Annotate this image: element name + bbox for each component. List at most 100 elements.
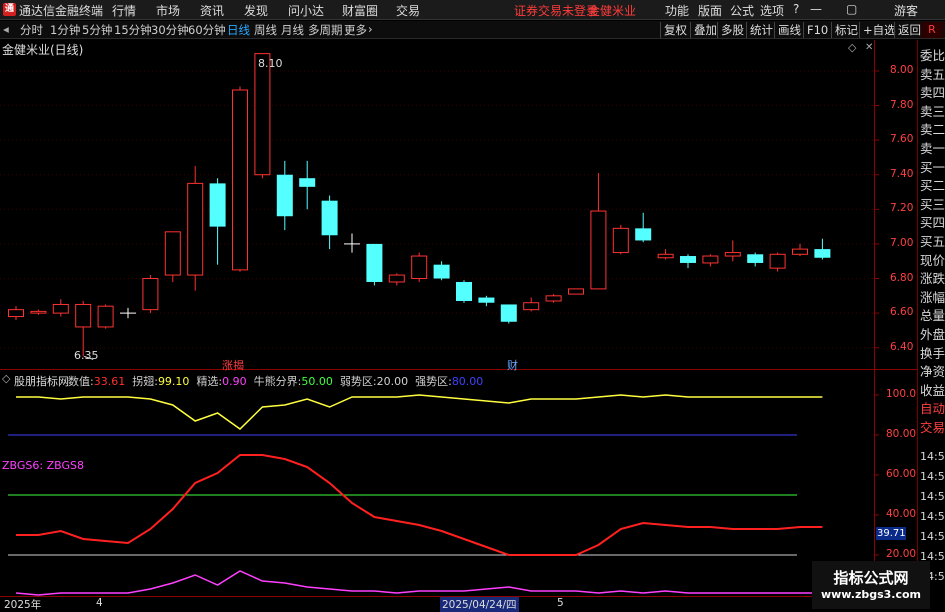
side-label: 买一 <box>920 159 945 175</box>
legend-value: 50.00 <box>301 375 333 388</box>
candlestick <box>545 294 562 303</box>
candlestick <box>299 160 316 210</box>
candlestick <box>366 243 383 286</box>
side-label: 交易 <box>920 420 945 435</box>
x-label-year: 2025年 <box>4 599 42 611</box>
candlestick <box>814 238 831 260</box>
chart-title: 金健米业(日线) <box>2 43 84 57</box>
legend-label: 弱势区: <box>339 375 377 388</box>
candle-body <box>545 295 562 302</box>
candle-body <box>164 231 181 276</box>
candlestick <box>456 280 472 303</box>
candlestick <box>142 275 159 314</box>
candlestick <box>747 252 764 267</box>
indicator-collapse-icon[interactable]: ◇ <box>2 372 10 385</box>
candlestick <box>254 53 271 179</box>
side-time: 14:56 <box>920 450 945 463</box>
side-label: 现价 <box>920 252 945 268</box>
indicator-sub-label: ZBGS6: ZBGS8 <box>2 459 84 472</box>
price-tick-label: 7.80 <box>890 98 914 111</box>
candlestick <box>568 288 584 295</box>
candlestick <box>680 254 696 269</box>
x-label-may: 5 <box>557 597 564 609</box>
side-label: 卖五 <box>920 66 945 82</box>
candle-body <box>254 53 271 176</box>
candlestick <box>321 195 338 250</box>
candlestick <box>209 178 226 265</box>
legend-label: 牛熊分界: <box>253 375 302 388</box>
candle-body <box>388 274 405 283</box>
chart-canvas <box>0 40 917 597</box>
side-label: 买五 <box>920 234 945 249</box>
candle-body <box>8 309 24 318</box>
legend-value: 20.00 <box>376 375 409 388</box>
side-label: 涨幅 <box>920 289 945 305</box>
side-label: 涨跌 <box>920 271 945 287</box>
legend-label: 强势区: <box>415 375 452 388</box>
candlestick <box>232 86 248 272</box>
candle-body <box>142 278 159 311</box>
side-time: 14:56 <box>920 490 945 503</box>
candle-body <box>187 182 204 276</box>
indicator-line <box>15 570 823 596</box>
side-label: 买二 <box>920 178 945 194</box>
side-label: 委比 <box>920 48 945 63</box>
candlestick <box>478 295 495 307</box>
indicator-tick-label: 20.00 <box>886 548 917 560</box>
candlestick <box>769 252 786 272</box>
candle-body <box>769 253 786 269</box>
candlestick <box>792 243 808 257</box>
candlestick <box>500 304 517 324</box>
side-label: 收益 <box>920 382 945 398</box>
diamond-icon[interactable]: ◇ <box>848 41 856 54</box>
candlestick <box>8 306 24 321</box>
price-tick-label: 8.00 <box>890 63 914 76</box>
candlestick <box>344 233 360 253</box>
side-label: 换手 <box>920 345 945 361</box>
candlestick <box>433 261 450 281</box>
candle-body <box>657 253 674 259</box>
side-label: 买四 <box>920 215 945 231</box>
candle-body <box>478 297 495 303</box>
price-tick-label: 7.20 <box>890 202 914 215</box>
indicator-tick-label: 100.0 <box>886 388 917 400</box>
candle-body <box>411 255 428 280</box>
indicator-name[interactable]: 股朋指标网 <box>14 373 69 389</box>
candlestick <box>388 273 405 286</box>
candlestick <box>52 299 69 317</box>
candle-body <box>456 281 472 301</box>
side-label: 总量 <box>920 308 945 324</box>
side-label: 卖三 <box>920 103 945 119</box>
candlestick <box>30 309 47 315</box>
candlestick <box>276 160 293 231</box>
event-marker-zhangjie[interactable]: 涨揭 <box>222 357 244 373</box>
high-price-label: 8.10 <box>258 57 283 70</box>
candle-body <box>433 264 450 279</box>
legend-label: 数值: <box>68 375 94 388</box>
price-tick-label: 7.40 <box>890 167 914 180</box>
event-marker-cai[interactable]: 财 <box>507 357 518 373</box>
candlestick <box>702 254 719 267</box>
candle-body <box>814 249 831 258</box>
candle-body <box>568 288 584 295</box>
close-icon[interactable]: ✕ <box>865 42 873 53</box>
candle-body <box>299 178 316 187</box>
candlestick <box>187 166 204 291</box>
candlestick <box>635 212 652 243</box>
candle-body <box>612 227 629 254</box>
candle-body <box>321 200 338 236</box>
low-price-label: 6.35 <box>74 349 99 362</box>
candlestick <box>411 252 428 282</box>
candle-body <box>366 243 383 282</box>
candle-body <box>209 183 226 227</box>
candle-body <box>523 302 540 311</box>
candle-body <box>276 174 293 217</box>
legend-value: 0.90 <box>222 375 247 388</box>
candle-body <box>30 310 47 314</box>
candle-body <box>747 254 764 263</box>
candle-body <box>792 248 808 255</box>
side-label: 卖四 <box>920 85 945 101</box>
candlestick <box>724 240 741 262</box>
candlestick <box>120 307 136 319</box>
x-label-crosshair-date: 2025/04/24/四 <box>440 597 519 612</box>
